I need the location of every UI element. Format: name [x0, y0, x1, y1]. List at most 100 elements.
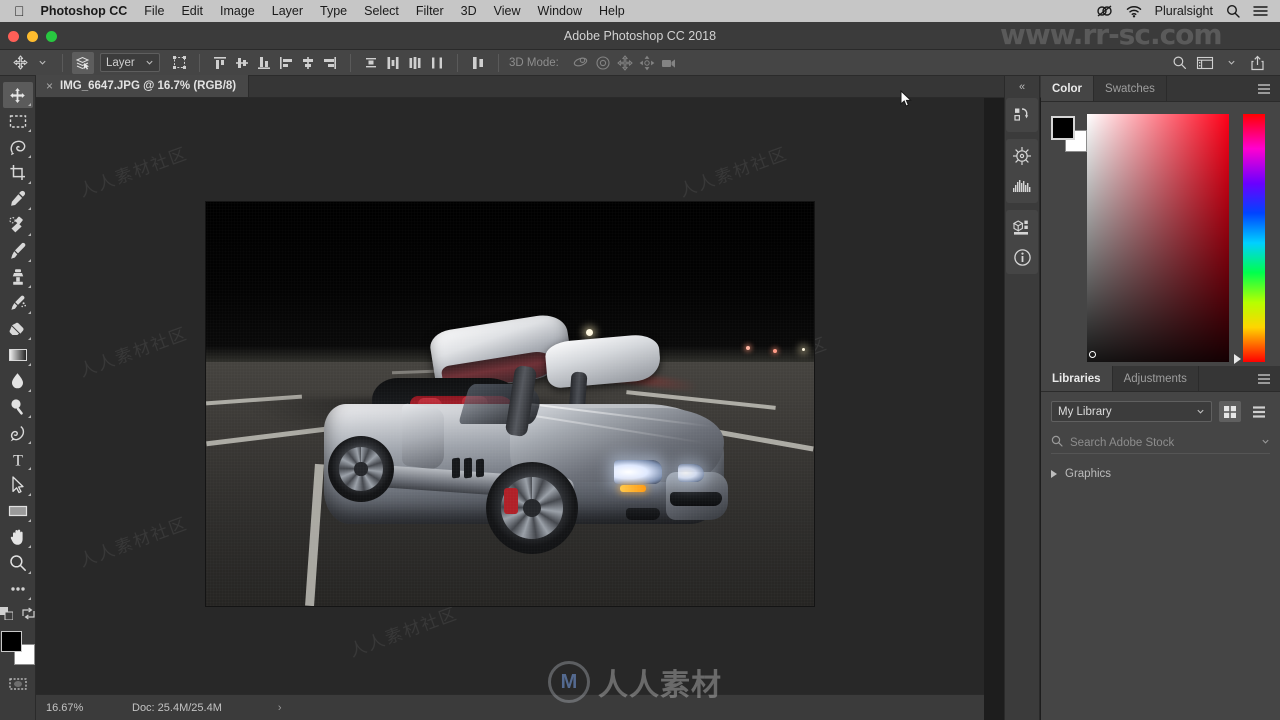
color-panel-swatches[interactable]	[1051, 116, 1087, 152]
foreground-color-swatch[interactable]	[1051, 116, 1075, 140]
chevron-down-icon[interactable]	[1261, 437, 1270, 449]
document-tab[interactable]: × IMG_6647.JPG @ 16.7% (RGB/8)	[36, 75, 250, 97]
apple-menu-icon[interactable]: 	[14, 4, 25, 18]
menu-bar-user[interactable]: Pluralsight	[1155, 4, 1213, 18]
align-distribute-extras-icon[interactable]	[467, 52, 489, 74]
roll-3d-icon[interactable]	[592, 52, 614, 74]
info-panel-icon[interactable]	[1006, 242, 1038, 272]
menu-item-image[interactable]: Image	[220, 4, 255, 18]
pan-3d-icon[interactable]	[614, 52, 636, 74]
menu-item-type[interactable]: Type	[320, 4, 347, 18]
library-dropdown[interactable]: My Library	[1051, 401, 1212, 422]
stock-search-input[interactable]: Search Adobe Stock	[1070, 437, 1254, 449]
foreground-color-swatch[interactable]	[0, 631, 22, 652]
crop-tool[interactable]	[3, 160, 33, 186]
zoom-level-field[interactable]: 16.67%	[36, 702, 98, 714]
move-tool-icon[interactable]	[9, 52, 31, 74]
color-field-picker[interactable]	[1087, 114, 1229, 362]
tab-libraries[interactable]: Libraries	[1041, 366, 1113, 391]
chevron-down-icon[interactable]	[1220, 52, 1242, 74]
distribute-vertical-centers-icon[interactable]	[382, 52, 404, 74]
align-horizontal-centers-icon[interactable]	[297, 52, 319, 74]
list-view-icon[interactable]	[1248, 401, 1270, 422]
menu-item-window[interactable]: Window	[538, 4, 582, 18]
align-bottom-edges-icon[interactable]	[253, 52, 275, 74]
default-colors-icon[interactable]	[0, 607, 14, 625]
status-expand-icon[interactable]: ›	[278, 702, 282, 714]
close-document-icon[interactable]: ×	[46, 79, 53, 93]
zoom-tool[interactable]	[3, 550, 33, 576]
align-top-edges-icon[interactable]	[209, 52, 231, 74]
workspace-switcher-icon[interactable]	[1194, 52, 1216, 74]
distribute-bottom-edges-icon[interactable]	[404, 52, 426, 74]
menu-item-3d[interactable]: 3D	[461, 4, 477, 18]
tool-preset-chevron-down-icon[interactable]	[31, 52, 53, 74]
search-icon[interactable]	[1226, 4, 1240, 18]
eyedropper-tool[interactable]	[3, 186, 33, 212]
menu-item-layer[interactable]: Layer	[272, 4, 303, 18]
pen-tool[interactable]	[3, 420, 33, 446]
lasso-tool[interactable]	[3, 134, 33, 160]
zoom-3d-camera-icon[interactable]	[658, 52, 680, 74]
distribute-top-edges-icon[interactable]	[360, 52, 382, 74]
collapse-panels-icon[interactable]: «	[1004, 76, 1040, 98]
cc-sync-icon[interactable]	[1096, 4, 1113, 18]
quick-mask-icon[interactable]	[3, 671, 33, 697]
type-tool[interactable]: T	[3, 446, 33, 472]
disclosure-triangle-icon[interactable]	[1051, 470, 1057, 478]
menu-item-help[interactable]: Help	[599, 4, 625, 18]
menu-item-photoshop[interactable]: Photoshop CC	[41, 4, 128, 18]
menu-item-edit[interactable]: Edit	[181, 4, 203, 18]
slide-3d-icon[interactable]	[636, 52, 658, 74]
menu-item-select[interactable]: Select	[364, 4, 399, 18]
hue-slider[interactable]	[1234, 114, 1265, 364]
tab-adjustments[interactable]: Adjustments	[1113, 366, 1199, 391]
auto-select-group[interactable]: Layer	[69, 51, 193, 74]
menu-item-filter[interactable]: Filter	[416, 4, 444, 18]
dodge-tool[interactable]	[3, 394, 33, 420]
zoom-window-button[interactable]	[46, 30, 57, 42]
brush-tool[interactable]	[3, 238, 33, 264]
stock-search-row[interactable]: Search Adobe Stock	[1051, 432, 1270, 454]
control-center-icon[interactable]	[1253, 5, 1268, 17]
histogram-panel-icon[interactable]	[1006, 171, 1038, 201]
color-field-marker[interactable]	[1089, 351, 1096, 358]
search-icon[interactable]	[1168, 52, 1190, 74]
spot-healing-brush-tool[interactable]	[3, 212, 33, 238]
tab-color[interactable]: Color	[1041, 76, 1095, 101]
wifi-icon[interactable]	[1126, 5, 1142, 18]
align-left-edges-icon[interactable]	[275, 52, 297, 74]
menu-item-file[interactable]: File	[144, 4, 164, 18]
clone-stamp-tool[interactable]	[3, 264, 33, 290]
blur-tool[interactable]	[3, 368, 33, 394]
auto-select-scope-dropdown[interactable]: Layer	[100, 53, 160, 72]
active-tool-preset[interactable]	[6, 52, 56, 74]
auto-select-layers-icon[interactable]	[72, 51, 94, 74]
history-brush-tool[interactable]	[3, 290, 33, 316]
hue-slider-marker[interactable]	[1234, 354, 1241, 364]
show-transform-controls-icon[interactable]	[168, 52, 190, 74]
path-selection-tool[interactable]	[3, 472, 33, 498]
hand-tool[interactable]	[3, 524, 33, 550]
library-section-graphics[interactable]: Graphics	[1051, 468, 1270, 480]
properties-panel-icon[interactable]	[1006, 212, 1038, 242]
move-tool[interactable]	[2, 82, 33, 108]
history-panel-icon[interactable]	[1006, 100, 1038, 130]
rectangle-tool[interactable]	[3, 498, 33, 524]
minimize-window-button[interactable]	[27, 30, 38, 42]
share-icon[interactable]	[1246, 52, 1268, 74]
align-right-edges-icon[interactable]	[319, 52, 341, 74]
orbit-3d-icon[interactable]	[570, 52, 592, 74]
color-panel-menu-icon[interactable]	[1248, 76, 1280, 101]
rectangular-marquee-tool[interactable]	[3, 108, 33, 134]
tab-swatches[interactable]: Swatches	[1094, 76, 1167, 101]
menu-item-view[interactable]: View	[494, 4, 521, 18]
edit-toolbar-tool[interactable]	[3, 576, 33, 602]
document-image[interactable]	[206, 202, 814, 606]
foreground-background-swatches[interactable]	[0, 631, 35, 665]
swap-colors-icon[interactable]	[22, 607, 35, 625]
eraser-tool[interactable]	[3, 316, 33, 342]
gradient-tool[interactable]	[3, 342, 33, 368]
align-vertical-centers-icon[interactable]	[231, 52, 253, 74]
align-distribute-panel-icon[interactable]	[464, 52, 492, 74]
